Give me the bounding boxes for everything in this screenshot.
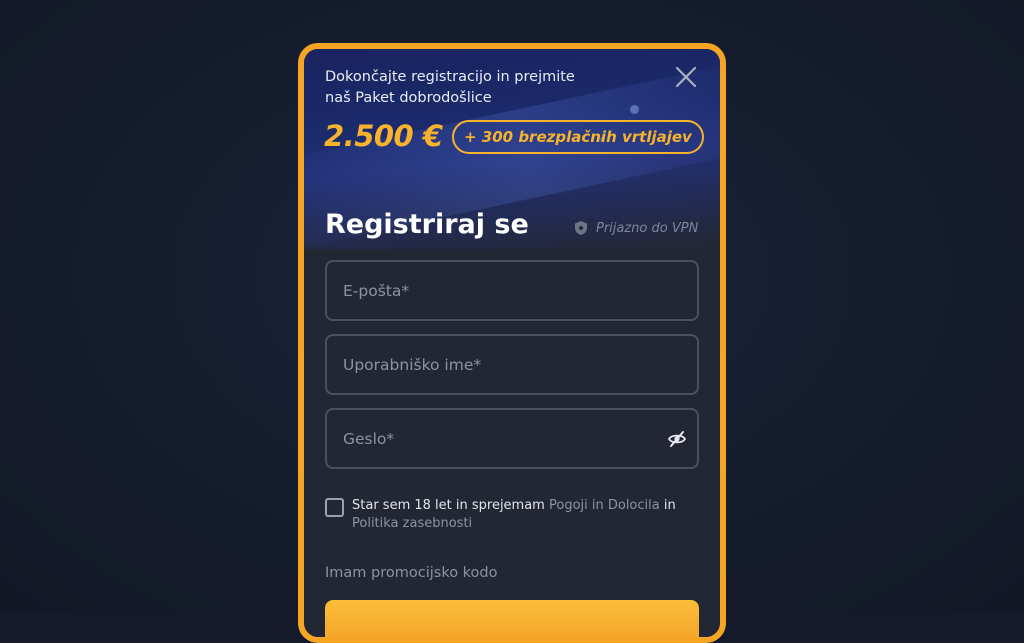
close-button[interactable] [672,63,700,91]
promo-code-toggle[interactable]: Imam promocijsko kodo [325,565,498,581]
shield-icon [575,221,587,235]
free-spins-badge: + 300 brezplačnih vrtljajev [452,120,704,154]
email-field-container [325,260,699,321]
consent-prefix: Star sem 18 let in sprejemam [352,498,545,513]
promo-line-2: naš Paket dobrodošlice [325,90,492,106]
vpn-label: Prijazno do VPN [596,220,699,236]
eye-off-icon[interactable] [667,430,687,448]
email-field[interactable] [327,262,697,319]
register-submit-button[interactable] [325,600,699,637]
bonus-amount: 2.500 € [324,119,443,153]
terms-link[interactable]: Pogoji in Dolocila [549,498,660,513]
promo-message: Dokončajte registracijo in prejmite naš … [325,67,625,109]
username-field-container [325,334,699,395]
registration-modal: Dokončajte registracijo in prejmite naš … [298,43,726,643]
password-field[interactable] [327,410,697,467]
form-title: Registriraj se [325,209,529,240]
vpn-friendly-note: Prijazno do VPN [574,220,698,236]
password-field-container [325,408,699,469]
promo-line-1: Dokončajte registracijo in prejmite [325,69,575,85]
age-terms-consent: Star sem 18 let in sprejemam Pogoji in D… [325,497,699,533]
consent-and: in [663,498,676,513]
banner-planet-decoration [630,105,639,114]
close-icon [675,66,697,88]
age-terms-checkbox[interactable] [325,498,344,517]
privacy-policy-link[interactable]: Politika zasebnosti [352,516,472,531]
consent-text: Star sem 18 let in sprejemam Pogoji in D… [352,497,699,533]
username-field[interactable] [327,336,697,393]
